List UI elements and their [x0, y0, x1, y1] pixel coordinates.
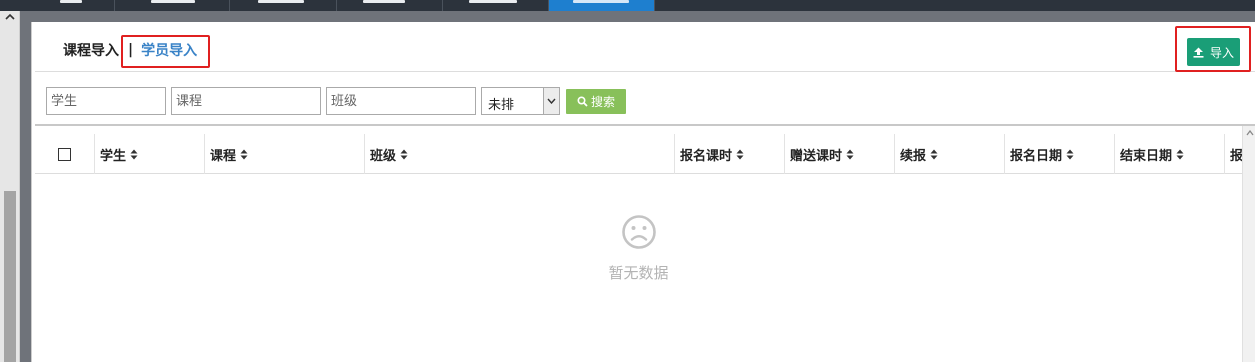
- chevron-down-icon[interactable]: [543, 88, 559, 114]
- sort-icon: [1066, 149, 1074, 159]
- search-icon: [577, 96, 588, 107]
- import-button-label: 导入: [1209, 45, 1234, 60]
- empty-state-text: 暂无数据: [608, 264, 669, 282]
- import-button[interactable]: 导入: [1187, 38, 1240, 66]
- import-subtabs: 课程导入 | 学员导入: [63, 38, 197, 62]
- sort-icon: [400, 149, 408, 159]
- col-header-label: 班级: [370, 148, 397, 164]
- col-header-end-date[interactable]: 结束日期: [1115, 134, 1225, 174]
- scroll-up-arrow-icon[interactable]: [5, 13, 15, 24]
- nav-tab-4[interactable]: [337, 0, 443, 11]
- filter-bar: 未排 搜索: [32, 87, 1255, 117]
- upload-icon: [1193, 47, 1204, 58]
- col-header-enroll-date[interactable]: 报名日期: [1005, 134, 1115, 174]
- col-header-course[interactable]: 课程: [205, 134, 365, 174]
- col-header-label: 续报: [900, 148, 927, 164]
- sad-face-icon: [621, 215, 656, 249]
- table-header: 学生 课程 班级 报名课时 赠送课时 续报 报名日期 结束日期 报: [35, 134, 1242, 174]
- col-header-renewal[interactable]: 续报: [895, 134, 1005, 174]
- col-header-class[interactable]: 班级: [365, 134, 675, 174]
- schedule-status-value: 未排: [488, 98, 515, 113]
- col-header-bonus-hours[interactable]: 赠送课时: [785, 134, 895, 174]
- scroll-up-arrow-icon[interactable]: [1246, 130, 1254, 136]
- course-filter-input[interactable]: [171, 87, 321, 115]
- sort-icon: [130, 149, 138, 159]
- scrollbar-thumb[interactable]: [4, 191, 16, 362]
- highlight-box-import: 导入: [1175, 26, 1251, 72]
- main-panel: 课程导入 | 学员导入 导入 未排: [31, 22, 1255, 362]
- col-header-student[interactable]: 学生: [95, 134, 205, 174]
- data-table: 学生 课程 班级 报名课时 赠送课时 续报 报名日期 结束日期 报 暂无数据: [35, 124, 1255, 362]
- sort-icon: [846, 149, 854, 159]
- class-filter-input[interactable]: [326, 87, 476, 115]
- col-header-label: 报名课时: [680, 148, 733, 164]
- search-button[interactable]: 搜索: [566, 89, 626, 114]
- panel-header: 课程导入 | 学员导入 导入: [35, 22, 1255, 72]
- col-header-label: 报名日期: [1010, 148, 1063, 164]
- top-nav: [0, 0, 1255, 11]
- select-all-header: [35, 134, 95, 174]
- col-header-label: 课程: [210, 148, 237, 164]
- table-scrollbar[interactable]: [1242, 126, 1255, 362]
- nav-tab-1[interactable]: [0, 0, 115, 11]
- sort-icon: [930, 149, 938, 159]
- student-filter-input[interactable]: [46, 87, 166, 115]
- sort-icon: [736, 149, 744, 159]
- tab-student-import[interactable]: 学员导入: [141, 40, 197, 60]
- search-button-label: 搜索: [590, 95, 615, 109]
- select-all-checkbox[interactable]: [58, 147, 71, 161]
- tab-course-import[interactable]: 课程导入: [63, 40, 119, 60]
- page-scrollbar[interactable]: [0, 11, 20, 362]
- schedule-status-select[interactable]: 未排: [481, 87, 560, 115]
- col-header-truncated[interactable]: 报: [1225, 134, 1242, 174]
- empty-state: 暂无数据: [35, 214, 1242, 283]
- sort-icon: [240, 149, 248, 159]
- col-header-label: 报: [1230, 148, 1242, 164]
- col-header-label: 学生: [100, 148, 127, 164]
- nav-tab-5[interactable]: [443, 0, 549, 11]
- nav-tab-6-active[interactable]: [549, 0, 655, 11]
- sort-icon: [1176, 149, 1184, 159]
- tab-separator: |: [128, 42, 134, 58]
- col-header-enrolled-hours[interactable]: 报名课时: [675, 134, 785, 174]
- col-header-label: 结束日期: [1120, 148, 1173, 164]
- col-header-label: 赠送课时: [790, 148, 843, 164]
- nav-tab-3[interactable]: [230, 0, 337, 11]
- nav-tab-2[interactable]: [115, 0, 230, 11]
